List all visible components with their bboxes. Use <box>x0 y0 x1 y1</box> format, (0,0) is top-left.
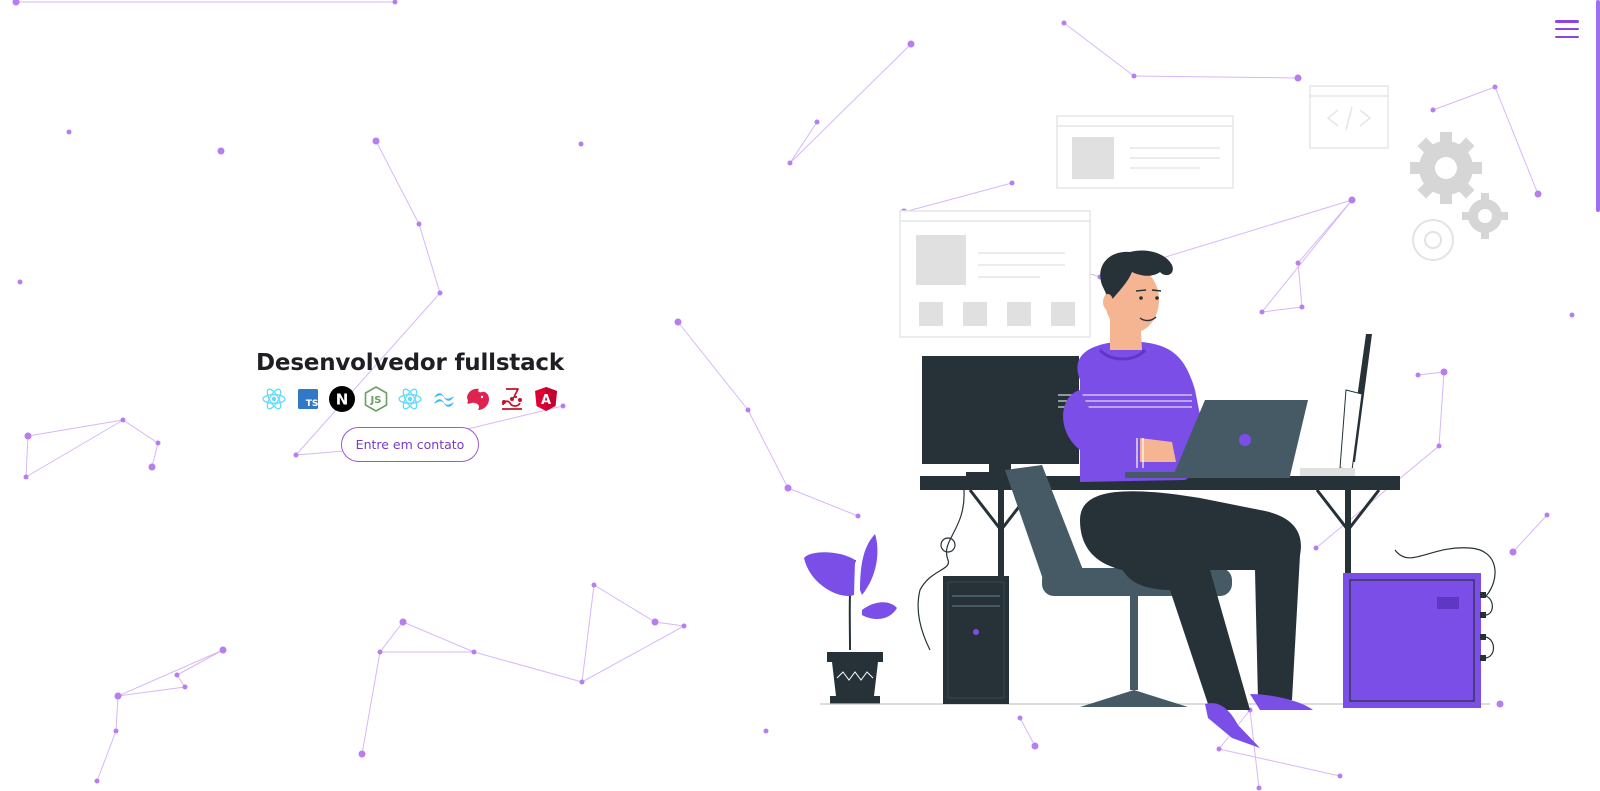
particle-dot <box>148 463 156 471</box>
particle-link <box>654 621 685 627</box>
particle-link <box>402 621 475 653</box>
svg-text:N: N <box>336 391 349 409</box>
scrollbar-thumb[interactable] <box>1596 0 1600 212</box>
particle-dot <box>651 618 659 626</box>
phone-stand-graphic <box>1300 334 1372 476</box>
particle-dot <box>182 684 188 690</box>
hamburger-menu-icon[interactable] <box>1555 18 1579 40</box>
particle-dot <box>1569 312 1575 318</box>
particle-link <box>176 649 224 676</box>
particle-dot <box>1256 785 1262 791</box>
particle-dot <box>471 649 477 655</box>
tailwindcss-icon <box>434 393 454 407</box>
nodejs-icon: JS <box>364 386 388 412</box>
cabinet-graphic <box>1343 547 1496 708</box>
monitor-graphic <box>922 356 1079 478</box>
particle-link <box>115 695 119 732</box>
particle-link <box>375 140 420 225</box>
svg-text:A: A <box>541 393 551 408</box>
particle-dot <box>674 318 682 326</box>
particle-link <box>361 651 381 755</box>
particle-dot <box>174 672 180 678</box>
angular-icon: A <box>535 387 557 411</box>
particle-link <box>96 730 117 782</box>
particle-dot <box>219 646 227 654</box>
tech-stack-icons: TS N JS A <box>260 385 560 413</box>
particle-dot <box>399 618 407 626</box>
particle-dot <box>578 141 584 147</box>
hero-title: Desenvolvedor fullstack <box>256 350 564 376</box>
particle-dot <box>392 0 398 5</box>
particle-dot <box>12 0 20 6</box>
particle-dot <box>66 129 72 135</box>
nextjs-icon: N <box>329 386 355 412</box>
svg-text:JS: JS <box>370 395 382 406</box>
particle-dot <box>94 778 100 784</box>
nestjs-icon <box>467 388 489 410</box>
particle-link <box>418 223 441 294</box>
developer-at-desk-illustration <box>804 85 1508 748</box>
typescript-icon: TS <box>298 389 319 409</box>
jest-icon <box>502 388 522 410</box>
particle-link <box>581 584 595 683</box>
particle-dot <box>681 623 687 629</box>
hero-section: Desenvolvedor fullstack TS N JS A Entre … <box>0 350 820 462</box>
gear-outline-icon <box>1412 219 1454 261</box>
contact-button[interactable]: Entre em contato <box>340 427 480 462</box>
pc-tower-graphic <box>943 576 1009 704</box>
particle-dot <box>23 474 29 480</box>
particle-dot <box>17 279 23 285</box>
particle-link <box>593 584 656 623</box>
particle-dot <box>372 137 380 145</box>
particle-dot <box>358 750 366 758</box>
particle-dot <box>113 728 119 734</box>
particle-dot <box>579 679 585 685</box>
particle-link <box>581 625 685 683</box>
gear-icon <box>1410 132 1482 204</box>
particle-dot <box>591 582 597 588</box>
react-icon <box>262 388 286 410</box>
plant-graphic <box>804 534 897 704</box>
react-native-icon <box>398 388 422 410</box>
particle-dot <box>377 649 383 655</box>
particle-dot <box>217 147 225 155</box>
particle-link <box>379 621 404 653</box>
particle-dot <box>437 290 443 296</box>
particle-link <box>473 651 583 683</box>
code-window-graphic <box>1309 85 1389 149</box>
svg-text:TS: TS <box>306 399 319 409</box>
gear-icon <box>1462 193 1508 239</box>
particle-dot <box>1544 512 1550 518</box>
particle-dot <box>416 221 422 227</box>
particle-dot <box>114 692 122 700</box>
developer-person-graphic <box>1058 250 1313 748</box>
particle-dot <box>763 728 769 734</box>
